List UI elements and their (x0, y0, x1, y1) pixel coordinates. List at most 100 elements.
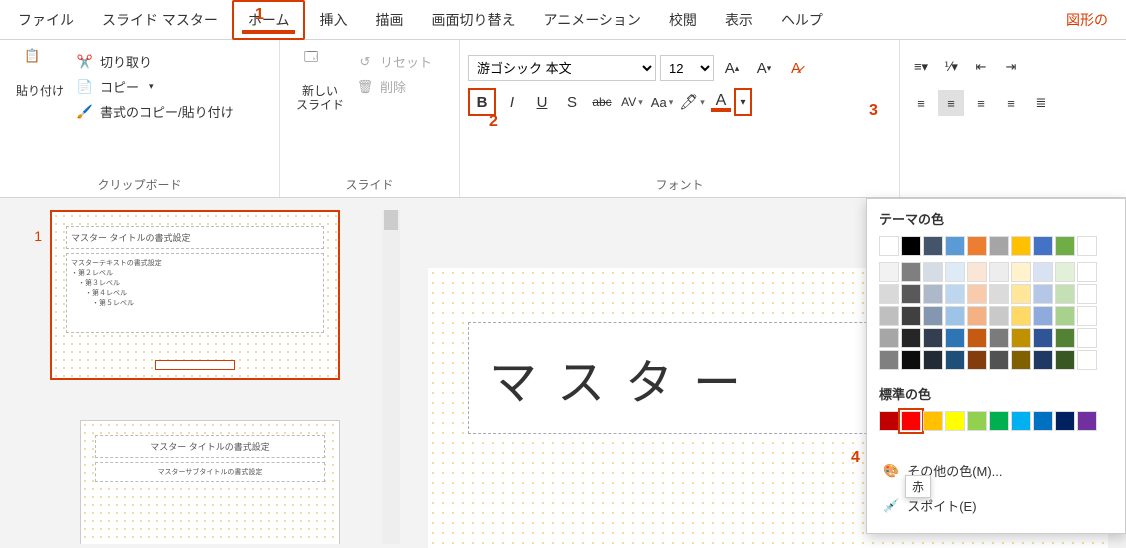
change-case-button[interactable]: Aa (648, 88, 676, 116)
color-swatch[interactable] (989, 306, 1009, 326)
color-swatch[interactable] (1077, 328, 1097, 348)
color-swatch[interactable] (923, 262, 943, 282)
italic-button[interactable]: I (498, 88, 526, 116)
color-swatch[interactable] (967, 350, 987, 370)
distribute-button[interactable]: ≣ (1028, 90, 1054, 116)
align-center-button[interactable]: ≡ (938, 90, 964, 116)
color-swatch[interactable] (989, 328, 1009, 348)
color-swatch[interactable] (1077, 262, 1097, 282)
paste-button[interactable]: 📋 貼り付け (8, 44, 72, 102)
layout-thumbnail[interactable]: マスター タイトルの書式設定 マスターサブタイトルの書式設定 (80, 420, 340, 544)
tab-slide-master[interactable]: スライド マスター (88, 2, 232, 38)
font-name-select[interactable]: 游ゴシック 本文 (468, 55, 656, 81)
font-size-select[interactable]: 12 (660, 55, 714, 81)
color-swatch[interactable] (967, 284, 987, 304)
color-swatch[interactable] (1055, 350, 1075, 370)
color-swatch[interactable] (1077, 411, 1097, 431)
color-swatch[interactable] (967, 328, 987, 348)
color-swatch[interactable] (1011, 284, 1031, 304)
tab-home[interactable]: ホーム (232, 0, 306, 40)
color-swatch[interactable] (1033, 350, 1053, 370)
justify-button[interactable]: ≡ (998, 90, 1024, 116)
font-color-button[interactable]: A (708, 88, 734, 114)
color-swatch[interactable] (1011, 262, 1031, 282)
color-swatch[interactable] (1055, 284, 1075, 304)
color-swatch[interactable] (1055, 236, 1075, 256)
color-swatch[interactable] (879, 328, 899, 348)
color-swatch[interactable] (1077, 284, 1097, 304)
color-swatch[interactable] (967, 306, 987, 326)
color-swatch[interactable] (879, 411, 899, 431)
color-swatch[interactable] (945, 306, 965, 326)
shadow-button[interactable]: S (558, 88, 586, 116)
color-swatch[interactable] (879, 262, 899, 282)
color-swatch[interactable] (901, 306, 921, 326)
color-swatch[interactable] (1011, 350, 1031, 370)
color-swatch[interactable] (923, 284, 943, 304)
tab-file[interactable]: ファイル (4, 2, 88, 38)
color-swatch[interactable] (1011, 328, 1031, 348)
tab-review[interactable]: 校閲 (655, 2, 711, 38)
color-swatch[interactable] (1055, 262, 1075, 282)
color-swatch[interactable] (923, 236, 943, 256)
align-right-button[interactable]: ≡ (968, 90, 994, 116)
color-swatch[interactable] (1033, 328, 1053, 348)
color-swatch[interactable] (879, 350, 899, 370)
numbering-button[interactable]: ⅟▾ (938, 54, 964, 80)
color-swatch[interactable] (923, 306, 943, 326)
color-swatch[interactable] (1011, 306, 1031, 326)
master-thumbnail[interactable]: マスター タイトルの書式設定 マスターテキストの書式設定 ・第２レベル ・第３レ… (50, 210, 340, 380)
color-swatch[interactable] (1011, 411, 1031, 431)
color-swatch[interactable] (1077, 236, 1097, 256)
color-swatch[interactable] (879, 284, 899, 304)
color-swatch[interactable] (901, 350, 921, 370)
tab-animation[interactable]: アニメーション (529, 2, 654, 38)
color-swatch[interactable] (989, 350, 1009, 370)
tab-shape-format[interactable]: 図形の (1052, 2, 1122, 38)
color-swatch[interactable] (923, 350, 943, 370)
grow-font-button[interactable]: A▴ (718, 54, 746, 82)
color-swatch[interactable] (901, 328, 921, 348)
underline-button[interactable]: U (528, 88, 556, 116)
color-swatch[interactable] (945, 328, 965, 348)
color-swatch[interactable] (967, 411, 987, 431)
increase-indent-button[interactable]: ⇥ (998, 54, 1024, 80)
color-swatch[interactable] (923, 411, 943, 431)
color-swatch[interactable] (945, 350, 965, 370)
color-swatch[interactable] (1033, 284, 1053, 304)
thumbnail-scrollbar[interactable] (382, 210, 400, 544)
new-slide-button[interactable]: 🗔 新しい スライド (288, 44, 352, 117)
bold-button[interactable]: B (468, 88, 496, 116)
format-painter-button[interactable]: 🖌️書式のコピー/貼り付け (72, 100, 238, 123)
tab-insert[interactable]: 挿入 (305, 2, 361, 38)
color-swatch[interactable] (879, 236, 899, 256)
color-swatch[interactable] (945, 284, 965, 304)
color-swatch[interactable] (901, 236, 921, 256)
color-swatch[interactable] (1011, 236, 1031, 256)
decrease-indent-button[interactable]: ⇤ (968, 54, 994, 80)
color-swatch[interactable] (901, 411, 921, 431)
font-color-dropdown[interactable]: ▾ (734, 88, 752, 116)
shrink-font-button[interactable]: A▾ (750, 54, 778, 82)
delete-button[interactable]: 🗑削除 (352, 75, 436, 98)
color-swatch[interactable] (989, 411, 1009, 431)
color-swatch[interactable] (1077, 350, 1097, 370)
tab-help[interactable]: ヘルプ (767, 2, 837, 38)
clear-format-button[interactable]: A̷ (782, 54, 810, 82)
color-swatch[interactable] (1055, 328, 1075, 348)
color-swatch[interactable] (989, 262, 1009, 282)
color-swatch[interactable] (1033, 306, 1053, 326)
color-swatch[interactable] (879, 306, 899, 326)
color-swatch[interactable] (989, 236, 1009, 256)
color-swatch[interactable] (1033, 411, 1053, 431)
cut-button[interactable]: ✂️切り取り (72, 50, 238, 73)
color-swatch[interactable] (945, 262, 965, 282)
color-swatch[interactable] (1077, 306, 1097, 326)
tab-view[interactable]: 表示 (711, 2, 767, 38)
tab-draw[interactable]: 描画 (361, 2, 417, 38)
color-swatch[interactable] (1055, 306, 1075, 326)
strike-button[interactable]: abc (588, 88, 616, 116)
bullets-button[interactable]: ≡▾ (908, 54, 934, 80)
color-swatch[interactable] (923, 328, 943, 348)
color-swatch[interactable] (967, 236, 987, 256)
